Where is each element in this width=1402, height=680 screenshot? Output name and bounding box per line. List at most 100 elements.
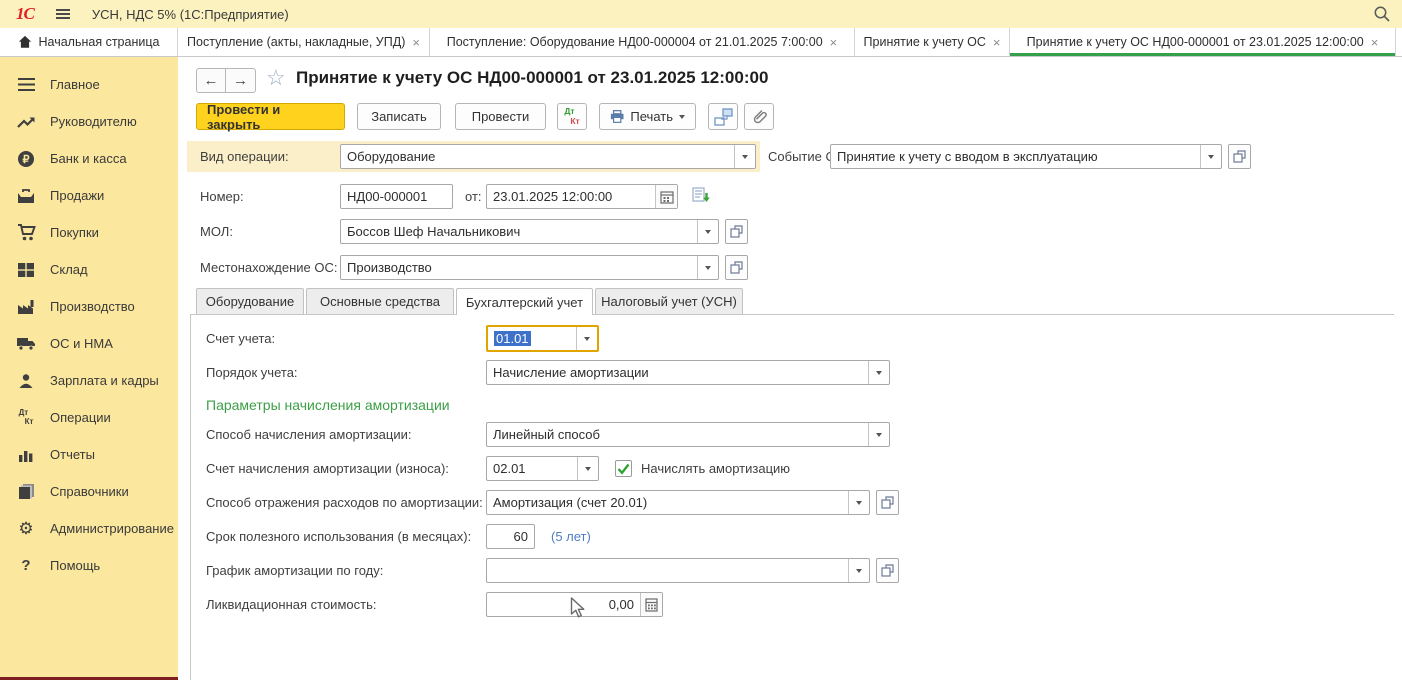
sidebar-item-otchety[interactable]: Отчеты (0, 436, 178, 473)
main-menu-icon[interactable] (56, 9, 70, 19)
sidebar-item-spravochniki[interactable]: Справочники (0, 473, 178, 510)
sidebar-item-glavnoe[interactable]: Главное (0, 66, 178, 103)
os-event-combo[interactable]: Принятие к учету с вводом в эксплуатацию (830, 144, 1222, 169)
barchart-icon (15, 445, 37, 465)
dropdown-icon[interactable] (734, 145, 755, 168)
account-value: 01.01 (488, 327, 576, 350)
cart-icon (15, 223, 37, 243)
order-value: Начисление амортизации (487, 361, 868, 384)
expense-method-open-button[interactable] (876, 490, 899, 515)
forward-button[interactable]: → (226, 68, 256, 93)
attachments-button[interactable] (744, 103, 774, 130)
tab-nalogovyi-uchet[interactable]: Налоговый учет (УСН) (595, 288, 743, 314)
order-combo[interactable]: Начисление амортизации (486, 360, 890, 385)
sidebar-item-rukovoditelyu[interactable]: Руководителю (0, 103, 178, 140)
sidebar-label: Главное (50, 77, 100, 92)
save-button[interactable]: Записать (357, 103, 441, 130)
dropdown-icon[interactable] (868, 423, 889, 446)
sidebar-label: Покупки (50, 225, 99, 240)
ruble-icon: ₽ (15, 149, 37, 169)
calendar-icon[interactable] (655, 185, 677, 208)
expense-method-combo[interactable]: Амортизация (счет 20.01) (486, 490, 870, 515)
sidebar-item-prodazhi[interactable]: Продажи (0, 177, 178, 214)
close-icon[interactable]: × (993, 35, 1001, 50)
sidebar-label: Банк и касса (50, 151, 127, 166)
dropdown-icon[interactable] (848, 559, 869, 582)
sidebar-item-bank-i-kassa[interactable]: ₽ Банк и касса (0, 140, 178, 177)
print-button[interactable]: Печать (599, 103, 696, 130)
search-icon[interactable] (1372, 4, 1392, 24)
back-button[interactable]: ← (196, 68, 226, 93)
schedule-open-button[interactable] (876, 558, 899, 583)
account-combo-focused[interactable]: 01.01 (486, 325, 599, 352)
number-input[interactable]: НД00-000001 (340, 184, 453, 209)
number-label: Номер: (200, 184, 244, 209)
show-postings-button[interactable]: ДтКт (557, 103, 587, 130)
operation-type-combo[interactable]: Оборудование (340, 144, 756, 169)
dropdown-icon[interactable] (576, 327, 597, 350)
depreciation-method-combo[interactable]: Линейный способ (486, 422, 890, 447)
accrue-depreciation-label[interactable]: Начислять амортизацию (641, 456, 790, 481)
calculator-icon[interactable] (640, 593, 662, 616)
close-icon[interactable]: × (412, 35, 420, 50)
tab-buhgalterskiy-uchet[interactable]: Бухгалтерский учет (456, 288, 593, 315)
tab-postuplenie-list[interactable]: Поступление (акты, накладные, УПД) × (178, 28, 430, 56)
chevron-down-icon (679, 115, 685, 119)
os-event-open-button[interactable] (1228, 144, 1251, 169)
salvage-value-input[interactable]: 0,00 (486, 592, 663, 617)
printer-icon (610, 109, 624, 124)
tab-label: Принятие к учету ОС (864, 35, 986, 49)
accrue-depreciation-checkbox[interactable] (615, 460, 632, 477)
trend-icon (15, 112, 37, 132)
book-icon (15, 482, 37, 502)
depreciation-method-value: Линейный способ (487, 423, 868, 446)
sidebar-item-proizvodstvo[interactable]: Производство (0, 288, 178, 325)
sidebar-item-zarplata-i-kadry[interactable]: Зарплата и кадры (0, 362, 178, 399)
tab-home-page[interactable]: Начальная страница (0, 28, 178, 56)
os-location-combo[interactable]: Производство (340, 255, 719, 280)
dropdown-icon[interactable] (577, 457, 598, 480)
os-location-label: Местонахождение ОС: (200, 255, 338, 280)
useful-life-note: (5 лет) (551, 524, 591, 549)
operation-type-value: Оборудование (341, 145, 734, 168)
dropdown-icon[interactable] (868, 361, 889, 384)
os-location-open-button[interactable] (725, 255, 748, 280)
close-icon[interactable]: × (830, 35, 838, 50)
document-structure-button[interactable] (708, 103, 738, 130)
account-label: Счет учета: (206, 326, 275, 351)
dtkt-icon: ДтКт (564, 107, 579, 127)
post-button[interactable]: Провести (455, 103, 546, 130)
post-and-close-button[interactable]: Провести и закрыть (196, 103, 345, 130)
dropdown-icon[interactable] (697, 256, 718, 279)
sidebar-item-os-i-nma[interactable]: ОС и НМА (0, 325, 178, 362)
order-label: Порядок учета: (206, 360, 298, 385)
close-icon[interactable]: × (1371, 35, 1379, 50)
dropdown-icon[interactable] (1200, 145, 1221, 168)
sidebar-item-pokupki[interactable]: Покупки (0, 214, 178, 251)
mol-open-button[interactable] (725, 219, 748, 244)
date-input[interactable]: 23.01.2025 12:00:00 (486, 184, 678, 209)
depreciation-account-combo[interactable]: 02.01 (486, 456, 599, 481)
set-current-date-button[interactable] (692, 187, 711, 208)
titlebar: 1С УСН, НДС 5% (1С:Предприятие) (0, 0, 1402, 28)
sidebar-item-pomosch[interactable]: ? Помощь (0, 547, 178, 584)
schedule-combo[interactable] (486, 558, 870, 583)
pallet-icon (15, 260, 37, 280)
depreciation-account-value: 02.01 (487, 457, 577, 480)
useful-life-input[interactable]: 60 (486, 524, 535, 549)
sidebar-item-sklad[interactable]: Склад (0, 251, 178, 288)
favorite-star-icon[interactable]: ☆ (266, 65, 286, 91)
tab-prinyatie-doc-active[interactable]: Принятие к учету ОС НД00-000001 от 23.01… (1010, 28, 1396, 56)
sidebar-item-operacii[interactable]: ДтКт Операции (0, 399, 178, 436)
mol-combo[interactable]: Боссов Шеф Начальникович (340, 219, 719, 244)
tab-prinyatie-list[interactable]: Принятие к учету ОС × (855, 28, 1010, 56)
dropdown-icon[interactable] (848, 491, 869, 514)
tab-oborudovanie[interactable]: Оборудование (196, 288, 304, 314)
tab-osnovnye-sredstva[interactable]: Основные средства (306, 288, 454, 314)
tab-postuplenie-doc[interactable]: Поступление: Оборудование НД00-000004 от… (430, 28, 855, 56)
checkmark-icon (617, 463, 630, 475)
sidebar-item-administrirovanie[interactable]: ⚙ Администрирование (0, 510, 178, 547)
dropdown-icon[interactable] (697, 220, 718, 243)
print-label: Печать (630, 109, 673, 124)
depreciation-section-title: Параметры начисления амортизации (206, 397, 450, 413)
